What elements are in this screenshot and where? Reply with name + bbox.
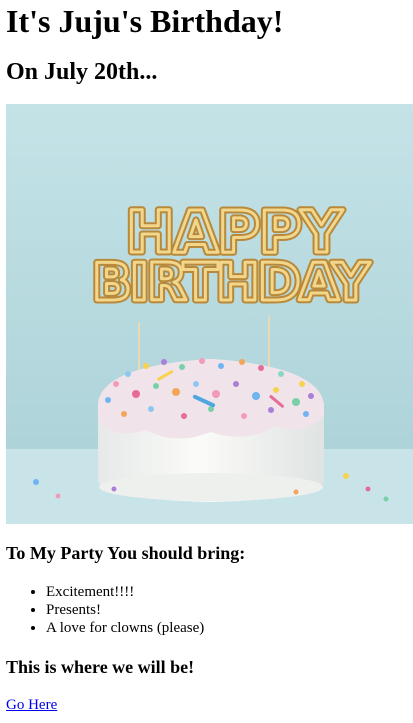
page-title: It's Juju's Birthday! [6, 3, 284, 39]
birthday-cake-photo: HAPPY BIRTHDAY HAPPY BIRTHDAY [6, 104, 413, 524]
list-item: Presents! [46, 601, 204, 619]
bring-heading: To My Party You should bring: [6, 543, 246, 563]
svg-text:BIRTHDAY: BIRTHDAY [92, 253, 371, 313]
bring-list: Excitement!!!! Presents! A love for clow… [6, 583, 204, 637]
list-item: A love for clowns (please) [46, 619, 204, 637]
location-heading: This is where we will be! [6, 657, 195, 677]
go-here-link[interactable]: Go Here [6, 696, 57, 714]
list-item: Excitement!!!! [46, 583, 204, 601]
page-subtitle: On July 20th... [6, 59, 158, 85]
